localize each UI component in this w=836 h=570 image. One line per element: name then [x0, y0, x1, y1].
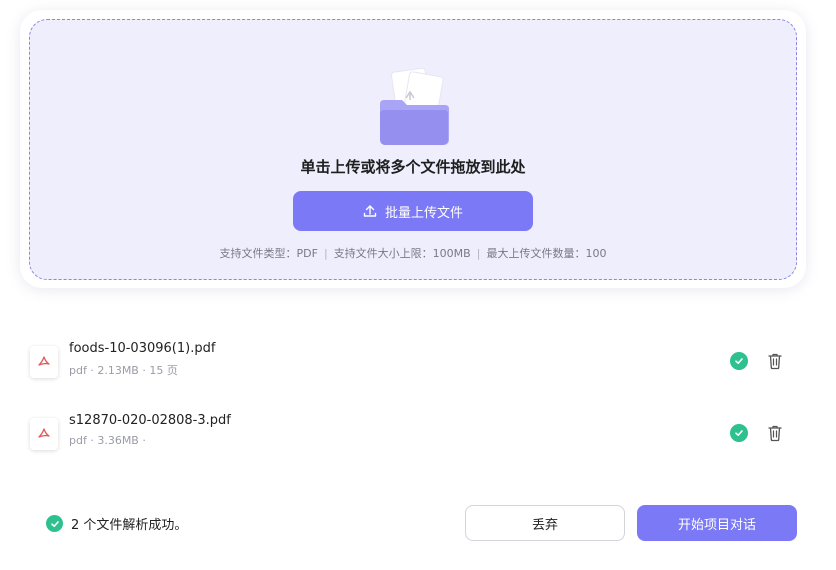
- dropzone-title: 单击上传或将多个文件拖放到此处: [300, 158, 526, 176]
- file-meta: pdf · 2.13MB · 15 页: [69, 364, 178, 377]
- max-file-count: 最大上传文件数量：100: [486, 247, 607, 260]
- file-name: foods-10-03096(1).pdf: [69, 341, 216, 356]
- batch-upload-label: 批量上传文件: [384, 204, 463, 220]
- pdf-file-icon: [30, 346, 58, 378]
- pdf-file-icon: [30, 418, 58, 450]
- trash-icon[interactable]: [767, 352, 783, 370]
- check-circle-icon: [730, 352, 748, 370]
- trash-icon[interactable]: [767, 424, 783, 442]
- discard-button[interactable]: 丢弃: [465, 505, 625, 541]
- batch-upload-button[interactable]: 批量上传文件: [293, 191, 533, 231]
- folder-with-documents-icon: [380, 67, 449, 145]
- supported-types: 支持文件类型：PDF: [219, 247, 318, 260]
- upload-limits: 支持文件类型：PDF | 支持文件大小上限：100MB | 最大上传文件数量：100: [30, 245, 796, 261]
- parse-status: 2 个文件解析成功。: [46, 514, 187, 533]
- parse-status-text: 2 个文件解析成功。: [71, 518, 188, 533]
- file-meta: pdf · 3.36MB ·: [69, 434, 146, 447]
- upload-card: 单击上传或将多个文件拖放到此处 批量上传文件 支持文件类型：PDF | 支持文件大小…: [20, 10, 806, 288]
- file-list-item: s12870-020-02808-3.pdf pdf · 3.36MB ·: [30, 412, 800, 462]
- start-project-chat-button[interactable]: 开始项目对话: [637, 505, 797, 541]
- upload-icon: [363, 205, 377, 217]
- max-file-size: 支持文件大小上限：100MB: [333, 247, 471, 260]
- file-name: s12870-020-02808-3.pdf: [69, 413, 231, 428]
- separator: |: [476, 247, 481, 260]
- file-list-item: foods-10-03096(1).pdf pdf · 2.13MB · 15 …: [30, 340, 800, 390]
- check-circle-icon: [46, 515, 63, 532]
- check-circle-icon: [730, 424, 748, 442]
- separator: |: [323, 247, 328, 260]
- file-dropzone[interactable]: 单击上传或将多个文件拖放到此处 批量上传文件 支持文件类型：PDF | 支持文件大小…: [29, 19, 797, 280]
